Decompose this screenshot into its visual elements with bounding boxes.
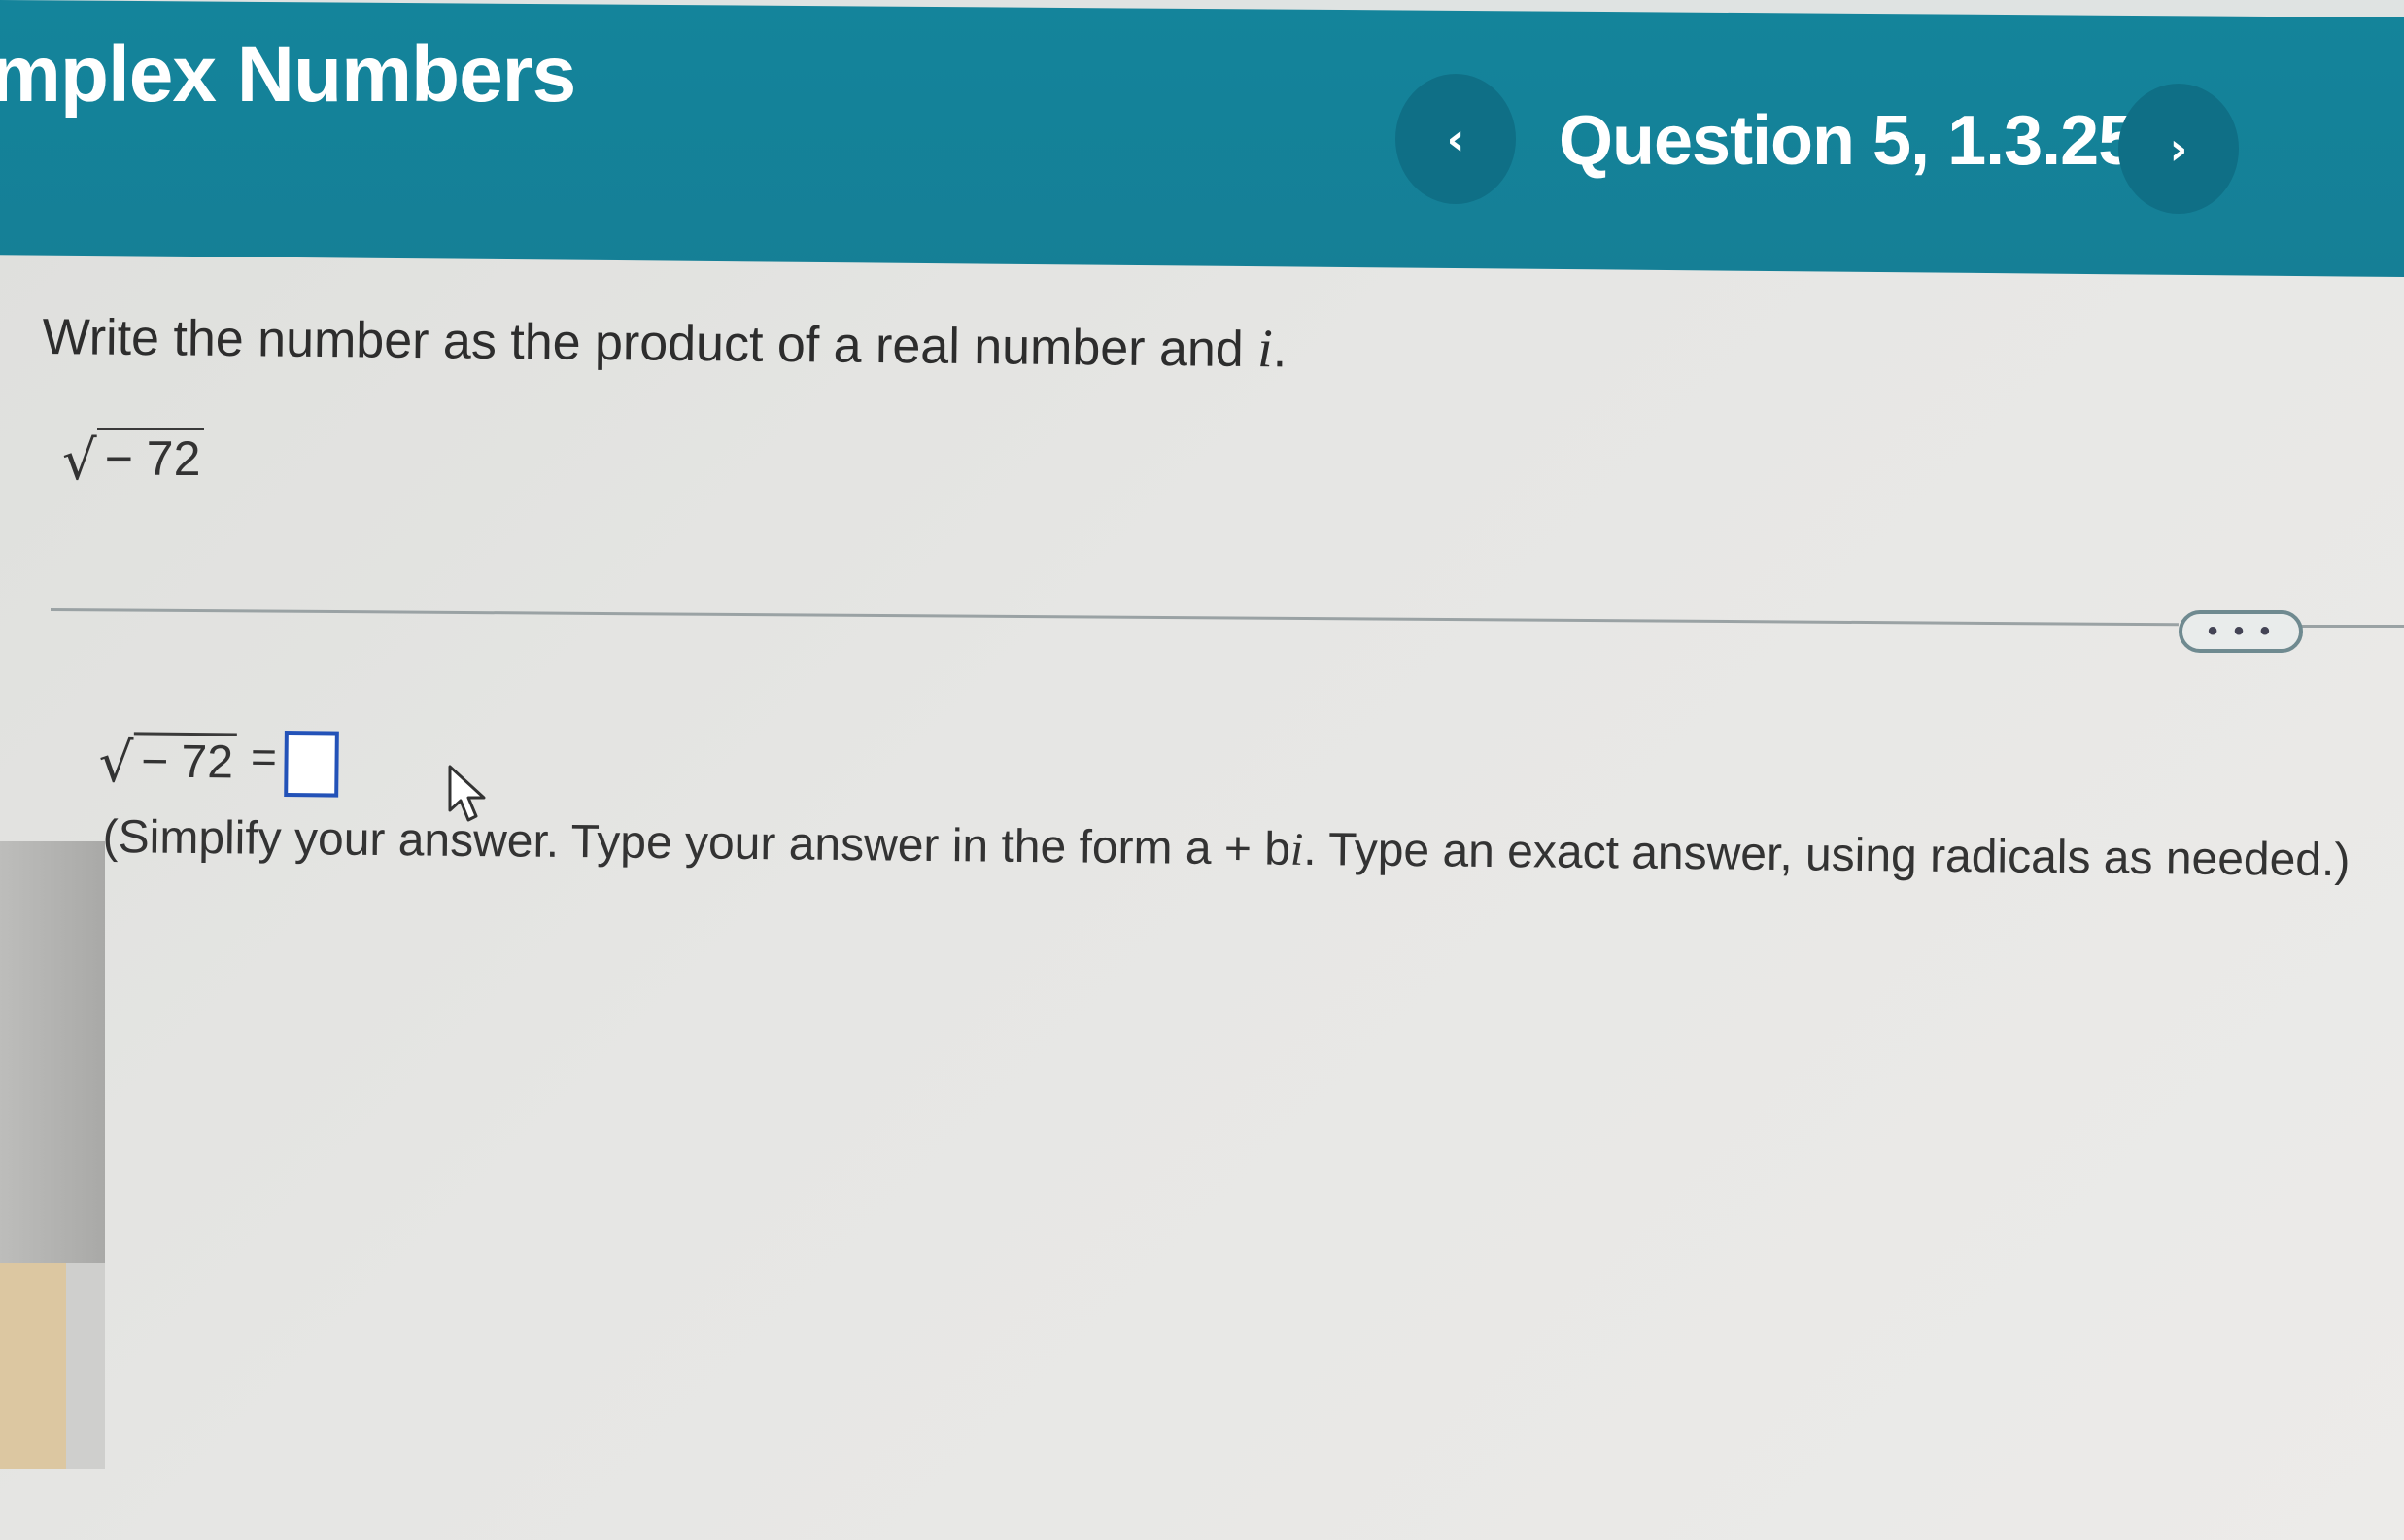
square-root-icon: √ — [62, 429, 97, 493]
section-divider-right — [2293, 625, 2404, 628]
square-root-icon: √ — [98, 731, 134, 796]
equals-sign: = — [250, 731, 278, 782]
answer-radicand: − 72 — [132, 732, 238, 788]
chevron-left-icon: ‹ — [1446, 113, 1465, 165]
instruction-text: Write the number as the product of a rea… — [42, 308, 1258, 379]
mouse-pointer-icon — [448, 765, 486, 822]
radical-expression: √ − 72 — [62, 428, 205, 489]
more-options-button[interactable]: • • • — [2179, 610, 2303, 653]
question-instruction: Write the number as the product of a rea… — [42, 305, 1287, 380]
radicand: − 72 — [96, 428, 205, 483]
section-title: mplex Numbers — [0, 30, 576, 119]
problem-expression: √ − 72 — [62, 428, 205, 489]
answer-instructions-part1: (Simplify your answer. Type your answer … — [102, 810, 1291, 875]
answer-instructions-part2: . Type an exact answer, using radicals a… — [1303, 823, 2351, 887]
side-panel-edge-lower — [66, 1263, 105, 1469]
answer-radical-expression: √ − 72 — [98, 731, 238, 795]
side-panel-edge — [0, 841, 105, 1314]
desk-edge — [0, 1263, 70, 1469]
imaginary-unit-symbol: i — [1256, 319, 1274, 380]
chevron-right-icon: › — [2169, 122, 2188, 175]
answer-row: √ − 72 = — [98, 719, 340, 798]
answer-input[interactable] — [284, 731, 340, 798]
previous-question-button[interactable]: ‹ — [1395, 74, 1516, 204]
next-question-button[interactable]: › — [2118, 84, 2239, 214]
question-number-label: Question 5, 1.3.25 — [1559, 102, 2137, 180]
instruction-period: . — [1272, 322, 1288, 379]
answer-instructions-var: i — [1289, 823, 1304, 875]
